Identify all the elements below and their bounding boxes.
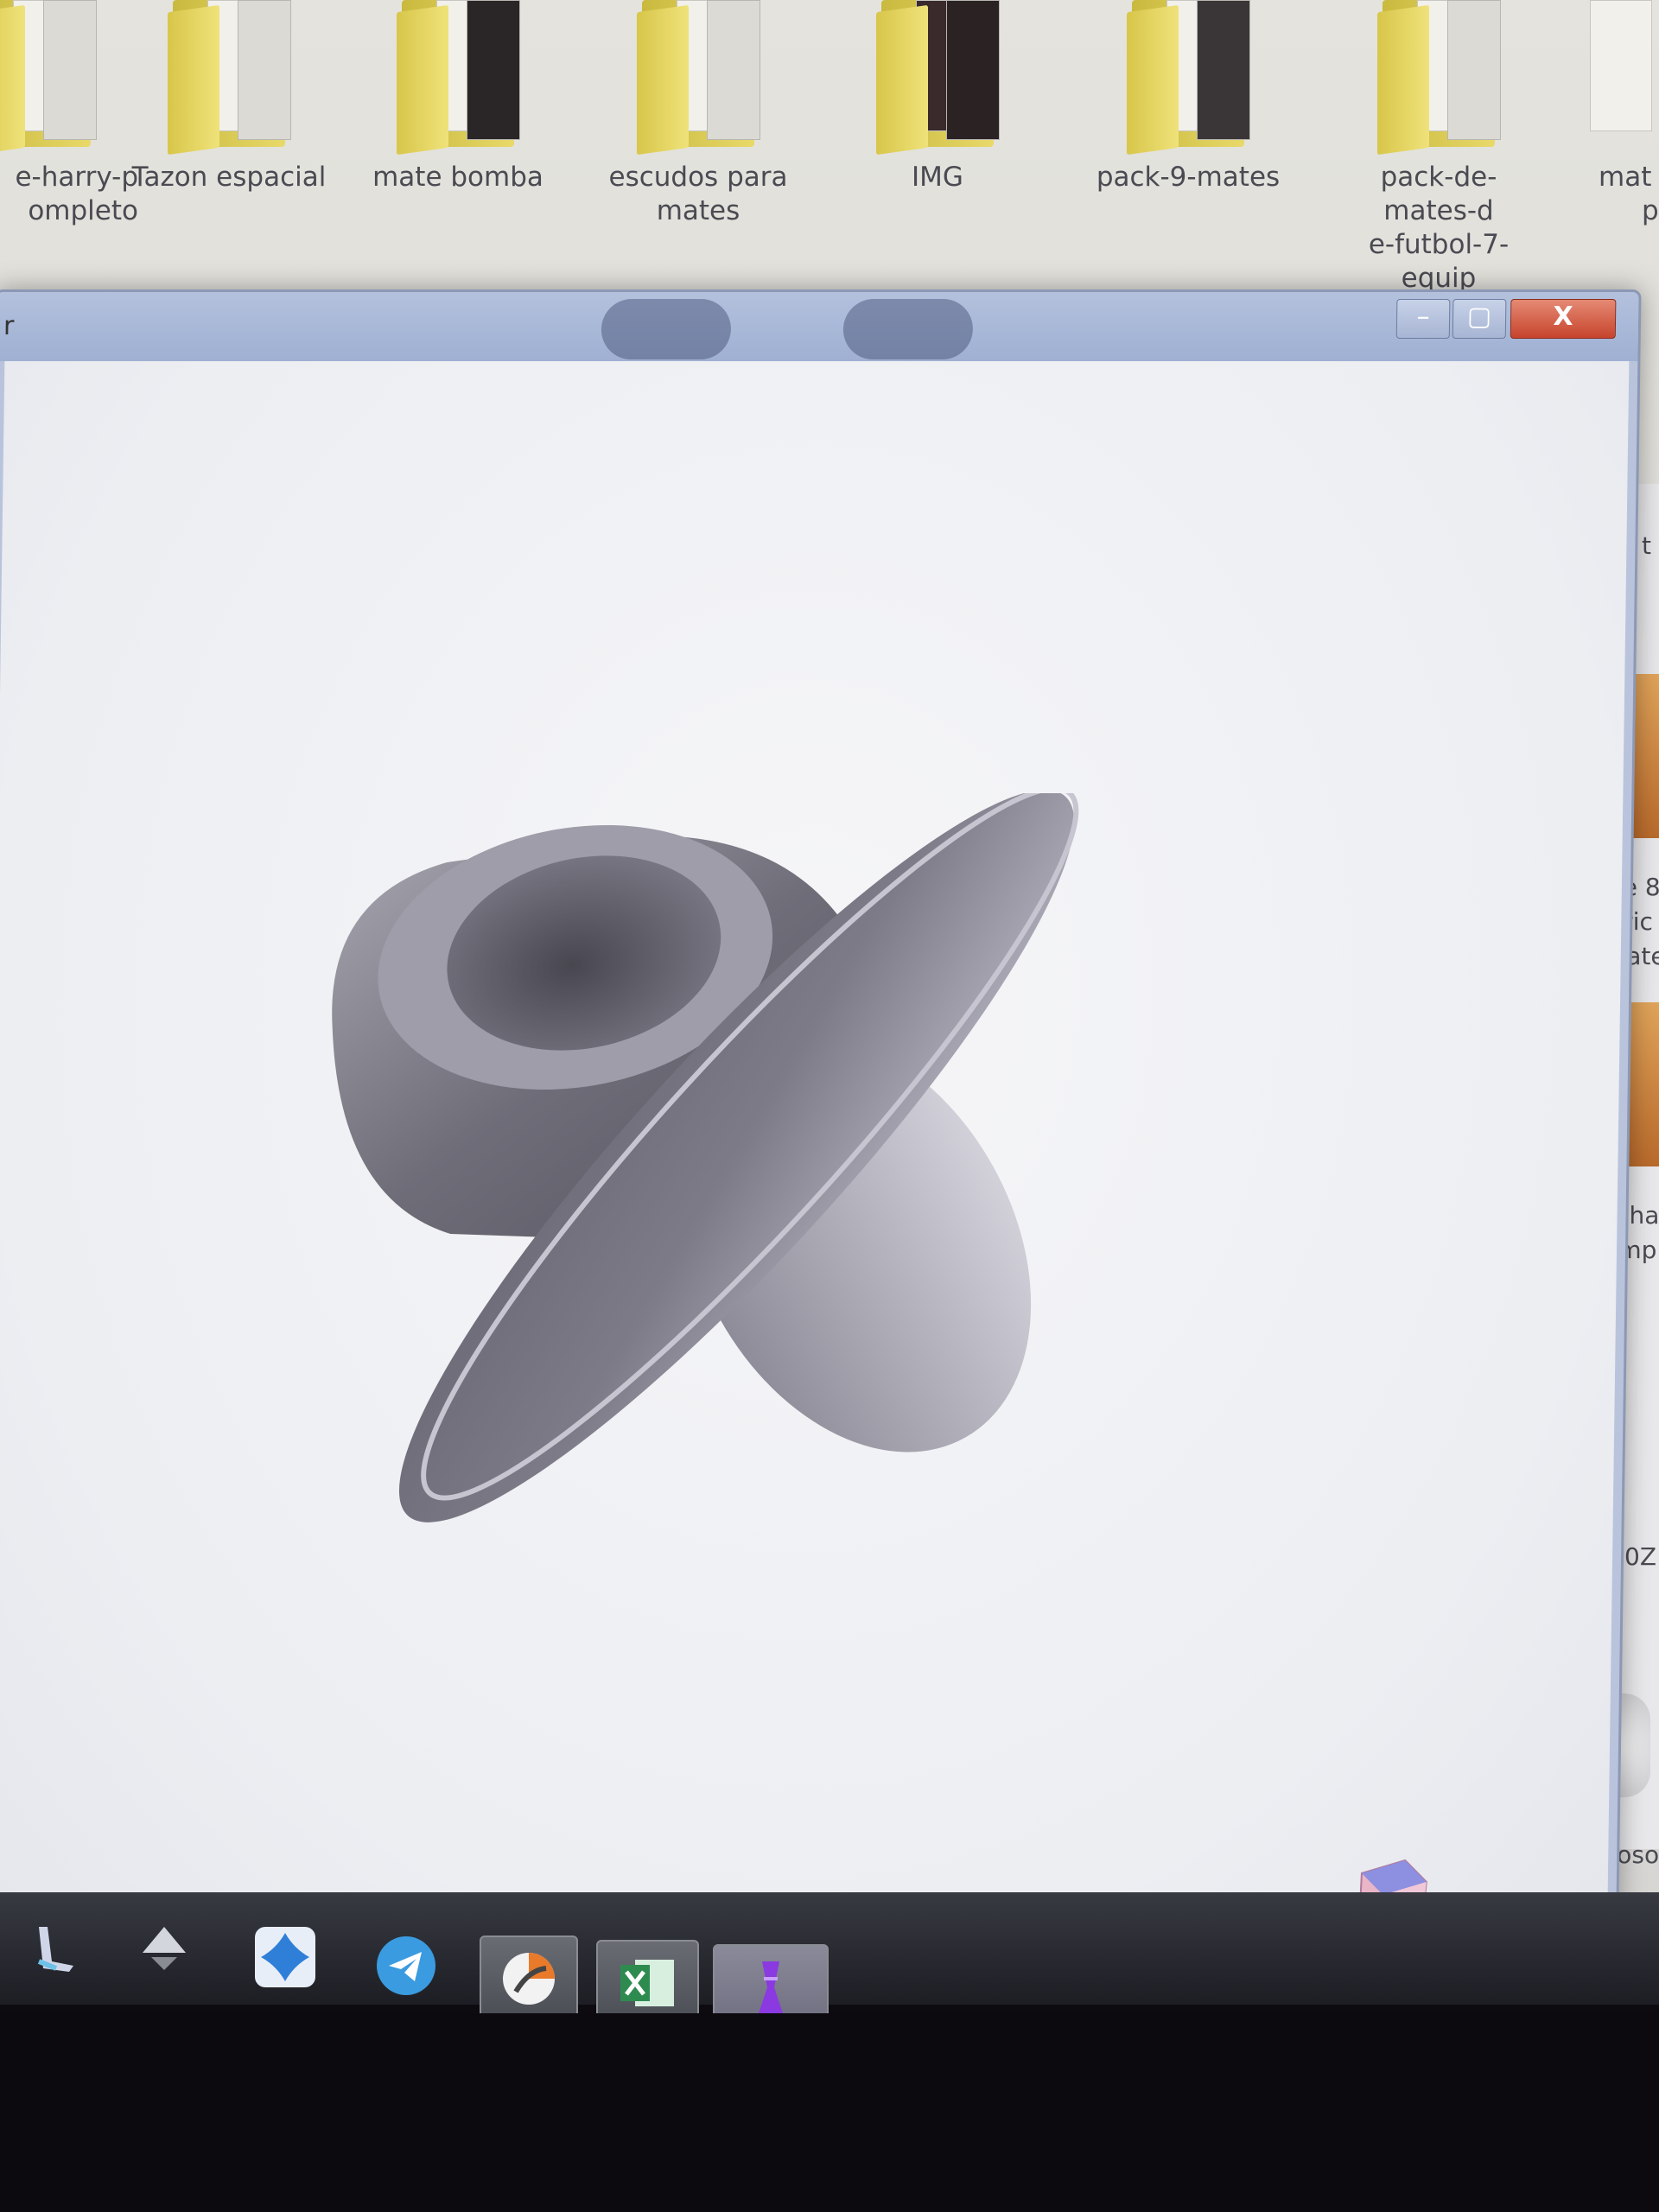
monitor-bezel: [0, 2013, 1659, 2212]
maximize-button[interactable]: ▢: [1452, 299, 1507, 339]
3d-viewport[interactable]: R: [0, 361, 1630, 1954]
folder-escudos-para-mates[interactable]: escudos para mates: [594, 0, 802, 228]
folder-icon: [625, 0, 772, 156]
minimize-button[interactable]: –: [1395, 299, 1451, 339]
folder-tazon-espacial[interactable]: Tazon espacial: [125, 0, 333, 194]
folder-icon: [1365, 0, 1512, 156]
title-reflection: [842, 299, 974, 359]
window-title: r: [3, 311, 15, 341]
folder-label: e-harry-p ompleto: [15, 162, 138, 226]
folder-mate-bomba[interactable]: mate bomba: [354, 0, 562, 194]
3d-mate-model[interactable]: [245, 793, 1208, 1744]
folder-icon: [0, 0, 108, 156]
browser-icon[interactable]: [480, 1936, 578, 2021]
desktop-folder-row: e-harry-p ompleto Tazon espacial mate bo…: [0, 0, 1659, 327]
pencil-icon[interactable]: [9, 1910, 95, 1987]
folder-icon: [1573, 0, 1659, 156]
folder-icon: [156, 0, 302, 156]
side-text-top2: t: [1642, 531, 1651, 560]
folder-label: Tazon espacial: [131, 162, 327, 193]
folder-pack-9-mates[interactable]: pack-9-mates: [1084, 0, 1292, 194]
3d-viewer-window[interactable]: r – ▢ X: [0, 289, 1642, 1967]
telegram-icon[interactable]: [363, 1927, 449, 2005]
close-button[interactable]: X: [1510, 299, 1617, 339]
folder-harry-potter[interactable]: e-harry-p ompleto: [0, 0, 138, 228]
folder-icon: [1115, 0, 1262, 156]
folder-label: IMG: [912, 162, 963, 193]
folder-pack-mates-futbol[interactable]: pack-de-mates-d e-futbol-7-equip os-arge…: [1335, 0, 1542, 329]
folder-icon: [864, 0, 1011, 156]
title-reflection: [601, 299, 732, 359]
window-titlebar[interactable]: r – ▢ X: [0, 292, 1639, 361]
folder-icon: [385, 0, 531, 156]
folder-mate-partial[interactable]: mat p: [1555, 0, 1659, 228]
folder-label: escudos para mates: [608, 162, 788, 226]
shape-icon[interactable]: [121, 1910, 207, 1987]
folder-img[interactable]: IMG: [834, 0, 1041, 194]
folder-label: pack-9-mates: [1096, 162, 1281, 193]
folder-label: mat p: [1599, 162, 1659, 226]
folder-label: mate bomba: [372, 162, 543, 193]
diamond-app-icon[interactable]: [242, 1918, 328, 1996]
